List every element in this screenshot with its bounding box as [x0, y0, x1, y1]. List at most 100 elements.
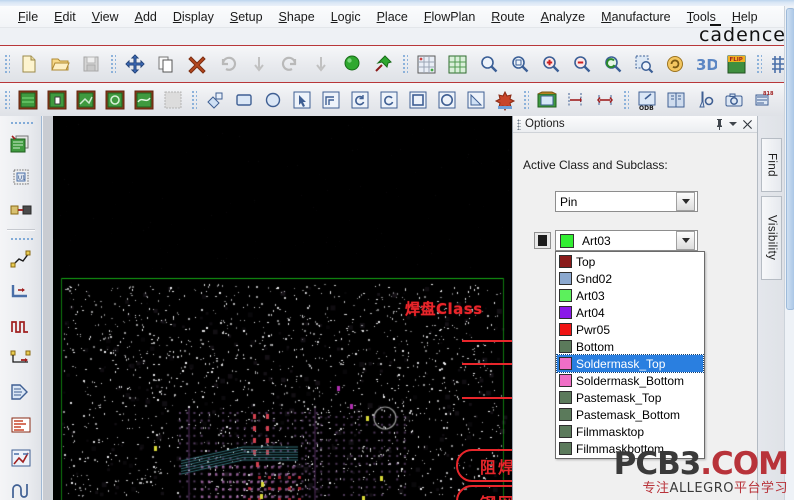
select-arrow-icon[interactable] [288, 86, 315, 113]
tab-find[interactable]: Find [761, 138, 782, 192]
save-disk-icon[interactable] [76, 50, 105, 79]
book-icon[interactable] [662, 86, 689, 113]
add-connect-icon[interactable] [5, 244, 37, 275]
subclass-option-art04[interactable]: Art04 [557, 304, 703, 321]
subclass-option-gnd02[interactable]: Gnd02 [557, 270, 703, 287]
menu-item-route[interactable]: Route [483, 9, 532, 25]
netlist-icon[interactable] [5, 128, 37, 159]
active-subclass-combobox[interactable]: Art03 [555, 230, 698, 251]
subclass-option-filmmaskbottom[interactable]: Filmmaskbottom [557, 440, 703, 457]
panel-drag-dots-icon[interactable] [517, 118, 521, 130]
place-manual-icon[interactable] [201, 86, 228, 113]
subclass-option-art03[interactable]: Art03 [557, 287, 703, 304]
subclass-option-pastemask_bottom[interactable]: Pastemask_Bottom [557, 406, 703, 423]
artwork-icon[interactable] [533, 86, 560, 113]
zoom-region-icon[interactable] [505, 50, 534, 79]
menu-item-place[interactable]: Place [369, 9, 416, 25]
circle-outline-icon[interactable] [433, 86, 460, 113]
drc-star-icon[interactable] [491, 86, 518, 113]
menu-item-file[interactable]: File [10, 9, 46, 25]
chevron-down-icon[interactable] [676, 231, 695, 250]
toolbar-grip[interactable] [755, 53, 762, 75]
layer-route-icon[interactable] [72, 86, 99, 113]
subclass-option-bottom[interactable]: Bottom [557, 338, 703, 355]
subclass-option-pwr05[interactable]: Pwr05 [557, 321, 703, 338]
subclass-option-soldermask_top[interactable]: Soldermask_Top [556, 354, 704, 373]
square-outline-icon[interactable] [404, 86, 431, 113]
undo-shape-icon[interactable] [375, 86, 402, 113]
redo-step-icon[interactable] [306, 50, 335, 79]
scrollbar-thumb[interactable] [786, 8, 794, 310]
subclass-visibility-checkbox[interactable] [534, 232, 551, 249]
polygon-icon[interactable] [462, 86, 489, 113]
constraint-list-icon[interactable] [5, 409, 37, 440]
subclass-option-pastemask_top[interactable]: Pastemask_Top [557, 389, 703, 406]
copy-shape-icon[interactable] [317, 86, 344, 113]
zoom-out-icon[interactable] [567, 50, 596, 79]
board-green-grid-icon[interactable] [443, 50, 472, 79]
move-icon[interactable] [120, 50, 149, 79]
pin-pair-icon[interactable] [5, 343, 37, 374]
toolbar-grip[interactable] [3, 88, 10, 111]
layer-top-icon[interactable] [14, 86, 41, 113]
active-class-combobox[interactable]: Pin [555, 191, 698, 212]
menu-item-help[interactable]: Help [724, 9, 766, 25]
flip-design-icon[interactable]: FLIP [722, 50, 751, 79]
layer-blank-icon[interactable] [159, 86, 186, 113]
pushpin-icon[interactable] [368, 50, 397, 79]
ipc-icon[interactable]: 818 [749, 86, 776, 113]
menu-item-display[interactable]: Display [165, 9, 222, 25]
layer-art-icon[interactable] [130, 86, 157, 113]
odb-export-icon[interactable]: ODB [633, 86, 660, 113]
close-icon[interactable] [740, 117, 754, 131]
delay-tune-icon[interactable] [5, 310, 37, 341]
rect-shape-icon[interactable] [230, 86, 257, 113]
circle-shape-icon[interactable] [259, 86, 286, 113]
zoom-fit-icon[interactable] [474, 50, 503, 79]
refresh-icon[interactable] [660, 50, 689, 79]
tab-visibility[interactable]: Visibility [761, 196, 782, 280]
menu-item-setup[interactable]: Setup [222, 9, 271, 25]
menu-item-add[interactable]: Add [127, 9, 165, 25]
subclass-option-filmmasktop[interactable]: Filmmasktop [557, 423, 703, 440]
auto-route-icon[interactable] [5, 442, 37, 473]
toolbar-grip[interactable] [522, 88, 529, 111]
toolbar-grip[interactable] [401, 53, 408, 75]
component-icon[interactable]: U1 [5, 161, 37, 192]
pcb-design-canvas[interactable]: 焊盘Class [53, 116, 512, 500]
window-scrollbar[interactable] [784, 6, 794, 500]
menu-item-flowplan[interactable]: FlowPlan [416, 9, 483, 25]
toolbar-grip[interactable] [8, 236, 33, 242]
undo-icon[interactable] [213, 50, 242, 79]
menu-item-tools[interactable]: Tools [679, 9, 724, 25]
slide-icon[interactable] [5, 277, 37, 308]
subclass-option-top[interactable]: Top [557, 253, 703, 270]
rotate-shape-icon[interactable] [346, 86, 373, 113]
green-balloon-icon[interactable] [337, 50, 366, 79]
menu-item-edit[interactable]: Edit [46, 9, 84, 25]
chevron-down-icon[interactable] [676, 192, 695, 211]
fanout-icon[interactable] [5, 376, 37, 407]
subclass-dropdown-list[interactable]: Top Gnd02 Art03 Art04 Pwr05 Bottom Soldermask_… [555, 251, 705, 459]
undo-step-icon[interactable] [244, 50, 273, 79]
new-file-icon[interactable] [14, 50, 43, 79]
zoom-select-icon[interactable] [629, 50, 658, 79]
layer-shape-icon[interactable] [101, 86, 128, 113]
toolbar-grip[interactable] [3, 53, 10, 75]
menu-item-manufacture[interactable]: Manufacture [593, 9, 679, 25]
camera-icon[interactable] [720, 86, 747, 113]
3d-view-icon[interactable]: 3D [691, 50, 720, 79]
zoom-in-icon[interactable] [536, 50, 565, 79]
toolbar-grip[interactable] [8, 120, 33, 126]
drill-icon[interactable] [691, 86, 718, 113]
board-grid-icon[interactable] [412, 50, 441, 79]
toolbar-grip[interactable] [622, 88, 629, 111]
toolbar-grip[interactable] [109, 53, 116, 75]
menu-item-shape[interactable]: Shape [271, 9, 323, 25]
chevron-down-icon[interactable] [726, 117, 740, 131]
menu-item-logic[interactable]: Logic [323, 9, 369, 25]
subclass-option-soldermask_bottom[interactable]: Soldermask_Bottom [557, 372, 703, 389]
open-folder-icon[interactable] [45, 50, 74, 79]
dimension-icon[interactable] [562, 86, 589, 113]
menu-item-analyze[interactable]: Analyze [533, 9, 593, 25]
